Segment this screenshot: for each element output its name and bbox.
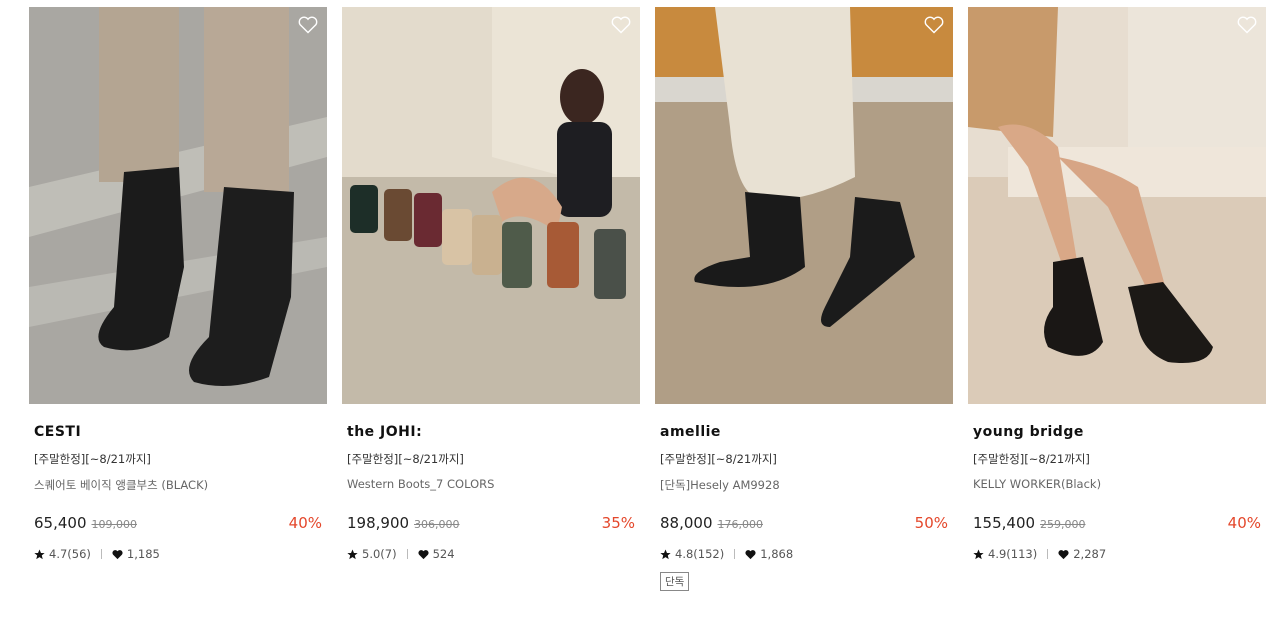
sale-price: 155,400 bbox=[973, 514, 1036, 532]
brand-name[interactable]: amellie bbox=[660, 424, 948, 442]
divider bbox=[1047, 549, 1049, 559]
star-icon bbox=[660, 548, 671, 559]
price-row: 88,000 176,000 50% bbox=[660, 514, 948, 536]
product-image[interactable] bbox=[655, 7, 953, 404]
likes-count: 1,185 bbox=[126, 547, 160, 561]
heart-filled-icon bbox=[112, 549, 123, 559]
sale-price: 198,900 bbox=[347, 514, 410, 532]
review-meta: 4.9(113) 2,287 bbox=[973, 546, 1261, 562]
promo-label: [주말한정][~8/21까지] bbox=[660, 452, 777, 466]
product-card[interactable]: the JOHI: [주말한정][~8/21까지] Western Boots_… bbox=[342, 7, 640, 591]
boots-photo bbox=[968, 7, 1266, 404]
sale-price: 88,000 bbox=[660, 514, 713, 532]
wishlist-heart-icon[interactable] bbox=[924, 16, 944, 34]
rating-text: 4.9(113) bbox=[988, 547, 1038, 561]
sale-price: 65,400 bbox=[34, 514, 87, 532]
price-row: 198,900 306,000 35% bbox=[347, 514, 635, 536]
wishlist-heart-icon[interactable] bbox=[611, 16, 631, 34]
heart-filled-icon bbox=[745, 549, 756, 559]
divider bbox=[734, 549, 736, 559]
rating-text: 4.7(56) bbox=[49, 547, 91, 561]
likes-count: 1,868 bbox=[760, 547, 794, 561]
discount-rate: 50% bbox=[914, 514, 948, 532]
likes-count: 2,287 bbox=[1073, 547, 1107, 561]
brand-name[interactable]: young bridge bbox=[973, 424, 1261, 442]
likes-count: 524 bbox=[432, 547, 455, 561]
boots-photo bbox=[29, 7, 327, 404]
boots-photo bbox=[655, 7, 953, 404]
product-name[interactable]: Western Boots_7 COLORS bbox=[347, 477, 635, 493]
heart-filled-icon bbox=[1058, 549, 1069, 559]
product-name[interactable]: 스퀘어토 베이직 앵클부츠 (BLACK) bbox=[34, 477, 322, 493]
brand-name[interactable]: CESTI bbox=[34, 424, 322, 442]
wishlist-heart-icon[interactable] bbox=[1237, 16, 1257, 34]
product-card[interactable]: CESTI [주말한정][~8/21까지] 스퀘어토 베이직 앵클부츠 (BLA… bbox=[29, 7, 327, 591]
product-image[interactable] bbox=[342, 7, 640, 404]
product-card[interactable]: young bridge [주말한정][~8/21까지] KELLY WORKE… bbox=[968, 7, 1266, 591]
review-meta: 4.8(152) 1,868 bbox=[660, 546, 948, 562]
product-grid: CESTI [주말한정][~8/21까지] 스퀘어토 베이직 앵클부츠 (BLA… bbox=[29, 7, 1266, 591]
product-card[interactable]: amellie [주말한정][~8/21까지] [단독]Hesely AM992… bbox=[655, 7, 953, 591]
original-price: 306,000 bbox=[414, 518, 460, 531]
wishlist-heart-icon[interactable] bbox=[298, 16, 318, 34]
star-icon bbox=[973, 548, 984, 559]
review-meta: 4.7(56) 1,185 bbox=[34, 546, 322, 562]
star-icon bbox=[34, 548, 45, 559]
discount-rate: 35% bbox=[601, 514, 635, 532]
rating-text: 4.8(152) bbox=[675, 547, 725, 561]
exclusive-badge: 단독 bbox=[660, 572, 690, 591]
product-image[interactable] bbox=[29, 7, 327, 404]
product-name[interactable]: KELLY WORKER(Black) bbox=[973, 477, 1261, 493]
price-row: 155,400 259,000 40% bbox=[973, 514, 1261, 536]
product-name[interactable]: [단독]Hesely AM9928 bbox=[660, 477, 948, 493]
divider bbox=[406, 549, 408, 559]
discount-rate: 40% bbox=[288, 514, 322, 532]
rating-text: 5.0(7) bbox=[362, 547, 397, 561]
heart-filled-icon bbox=[418, 549, 429, 559]
promo-label: [주말한정][~8/21까지] bbox=[34, 452, 151, 466]
promo-label: [주말한정][~8/21까지] bbox=[973, 452, 1090, 466]
brand-name[interactable]: the JOHI: bbox=[347, 424, 635, 442]
boots-photo bbox=[342, 7, 640, 404]
discount-rate: 40% bbox=[1227, 514, 1261, 532]
original-price: 259,000 bbox=[1040, 518, 1086, 531]
product-image[interactable] bbox=[968, 7, 1266, 404]
star-icon bbox=[347, 548, 358, 559]
price-row: 65,400 109,000 40% bbox=[34, 514, 322, 536]
divider bbox=[100, 549, 102, 559]
original-price: 176,000 bbox=[717, 518, 764, 531]
promo-label: [주말한정][~8/21까지] bbox=[347, 452, 464, 466]
original-price: 109,000 bbox=[91, 518, 138, 531]
review-meta: 5.0(7) 524 bbox=[347, 546, 635, 562]
